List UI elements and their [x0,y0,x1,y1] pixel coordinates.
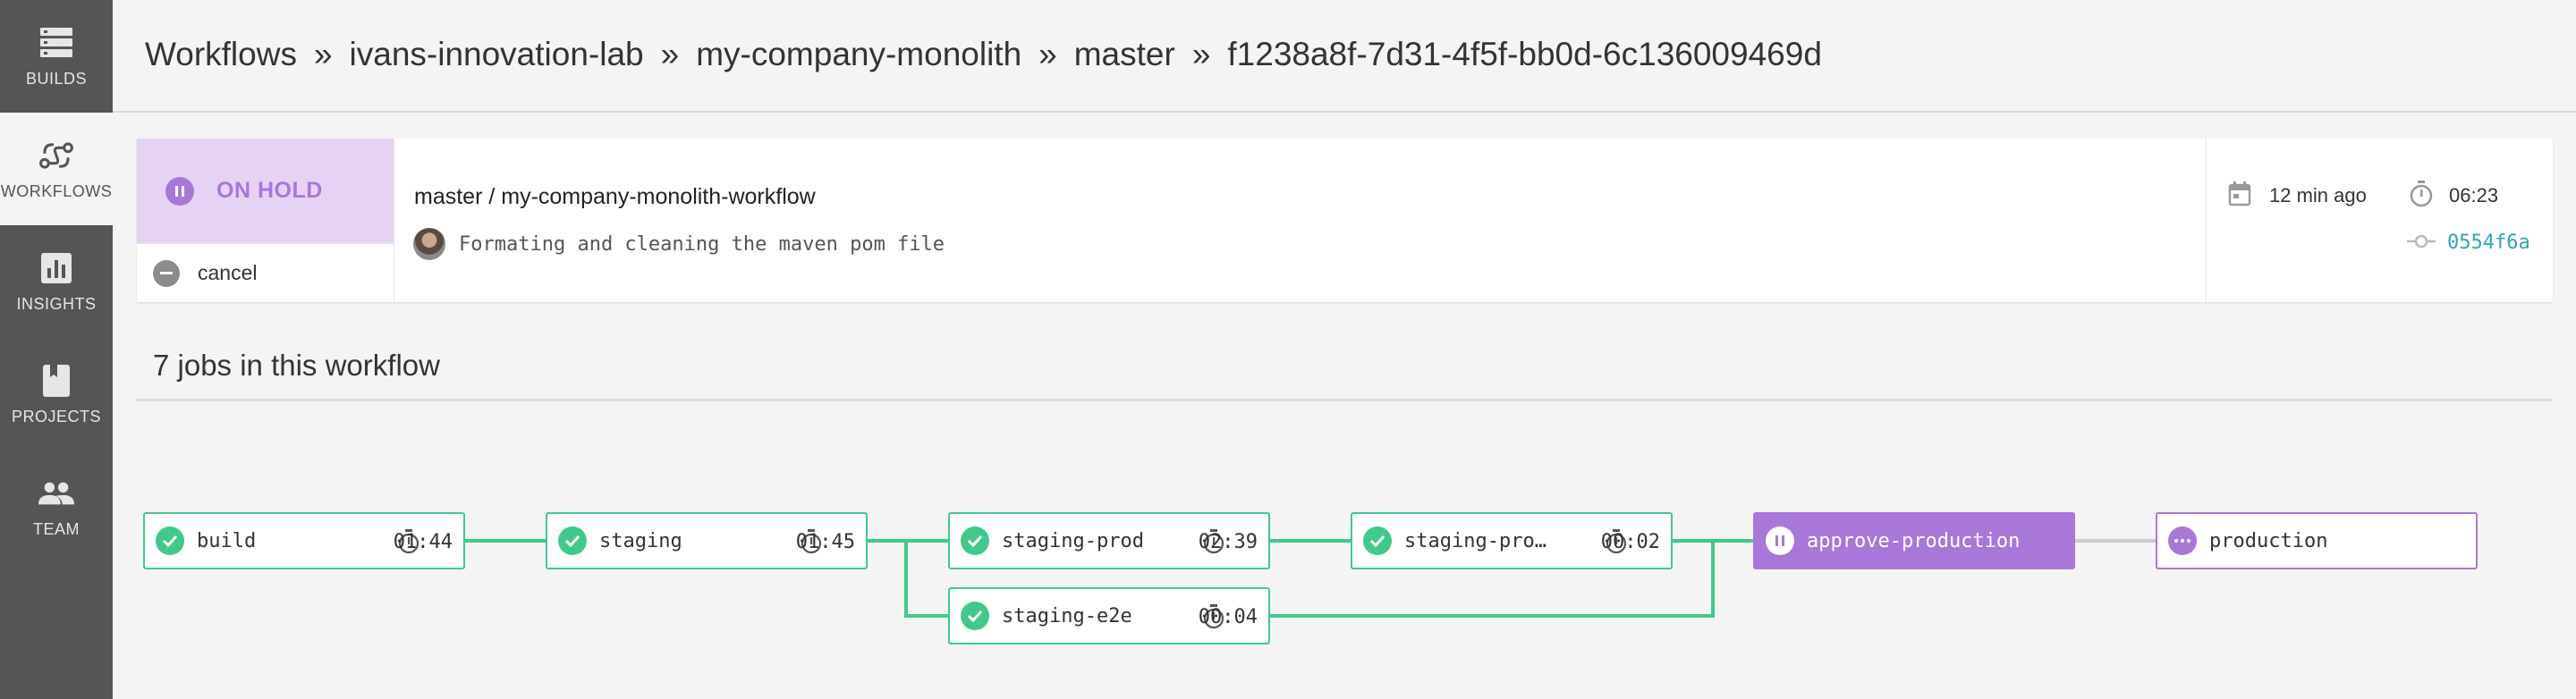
job-name: production [2209,529,2328,552]
sidebar-item-label: Team [32,519,80,538]
breadcrumb: Workflows » ivans-innovation-lab » my-co… [145,36,1822,73]
sidebar-item-insights[interactable]: Insights [0,225,113,338]
more-icon [2168,526,2197,555]
commit-icon [2407,232,2436,250]
job-node-staging-prod-2[interactable]: staging-prod… 00:02 [1351,512,1673,569]
job-duration: 01:44 [393,531,453,553]
cancel-label: cancel [198,261,258,284]
status-badge: ON HOLD [137,139,394,243]
breadcrumb-project[interactable]: my-company-monolith [696,36,1021,73]
page-header: Workflows » ivans-innovation-lab » my-co… [113,0,2576,113]
job-duration: 00:02 [1600,531,1660,553]
pause-icon [165,176,194,206]
job-name: staging-prod… [1404,529,1556,552]
breadcrumb-separator: » [1038,36,1057,72]
breadcrumb-separator: » [660,36,680,72]
job-node-staging-prod[interactable]: staging-prod 02:39 [948,512,1270,569]
status-label: ON HOLD [216,178,323,203]
job-name: approve-production [1807,529,2021,552]
success-check-icon [961,602,989,630]
breadcrumb-workflow-id: f1238a8f-7d31-4f5f-bb0d-6c136009469d [1227,36,1822,72]
sidebar-item-team[interactable]: Team [0,451,113,563]
calendar-icon [2228,181,2251,206]
job-name: staging-prod [1002,529,1144,552]
sidebar-item-builds[interactable]: Builds [0,0,113,113]
job-node-production[interactable]: production [2156,512,2478,569]
commit-message: Formating and cleaning the maven pom fil… [459,233,945,256]
stopwatch-icon [2409,181,2434,207]
breadcrumb-branch[interactable]: master [1074,36,1175,73]
duration: 06:23 [2449,184,2499,206]
success-check-icon [558,526,587,555]
sidebar-item-projects[interactable]: Projects [0,338,113,451]
sidebar-item-label: Insights [16,294,97,313]
connector-staging-staging-e2e [904,541,948,618]
success-check-icon [961,526,989,555]
projects-icon [38,363,74,399]
avatar [413,228,445,260]
sidebar-item-label: Projects [11,407,101,425]
breadcrumb-separator: » [313,36,333,72]
breadcrumb-org[interactable]: ivans-innovation-lab [350,36,644,73]
job-name: staging-e2e [1002,604,1132,627]
success-check-icon [156,526,184,555]
job-node-staging[interactable]: staging 01:45 [546,512,868,569]
commit-sha-link[interactable]: 0554f6a [2447,232,2530,254]
breadcrumb-separator: » [1191,36,1211,72]
sidebar-item-label: Workflows [0,181,113,200]
builds-icon [38,25,74,61]
divider [137,399,2553,401]
sidebar-item-workflows[interactable]: Workflows [0,113,113,225]
cancel-icon [153,259,180,287]
job-duration: 00:04 [1198,606,1258,628]
team-icon [38,476,74,511]
time-ago: 12 min ago [2269,184,2367,206]
job-node-staging-e2e[interactable]: staging-e2e 00:04 [948,587,1270,644]
job-node-approve-production[interactable]: approve-production [1753,512,2075,569]
pause-icon [1766,526,1794,555]
insights-icon [38,250,74,286]
divider [2206,139,2207,302]
breadcrumb-workflows[interactable]: Workflows [145,36,297,73]
job-duration: 01:45 [795,531,855,553]
jobs-heading: 7 jobs in this workflow [153,349,440,382]
job-duration: 02:39 [1198,531,1258,553]
workflow-summary-card: ON HOLD cancel master / my-company-monol… [137,139,2553,302]
job-node-build[interactable]: build 01:44 [143,512,465,569]
cancel-button[interactable]: cancel [137,243,394,302]
success-check-icon [1363,526,1392,555]
job-name: build [197,529,257,552]
job-name: staging [599,529,682,552]
workflow-title[interactable]: master / my-company-monolith-workflow [414,184,816,210]
workflows-icon [38,138,74,173]
sidebar-item-label: Builds [25,69,88,88]
sidebar: Builds Workflows Insights Projects Team [0,0,113,699]
